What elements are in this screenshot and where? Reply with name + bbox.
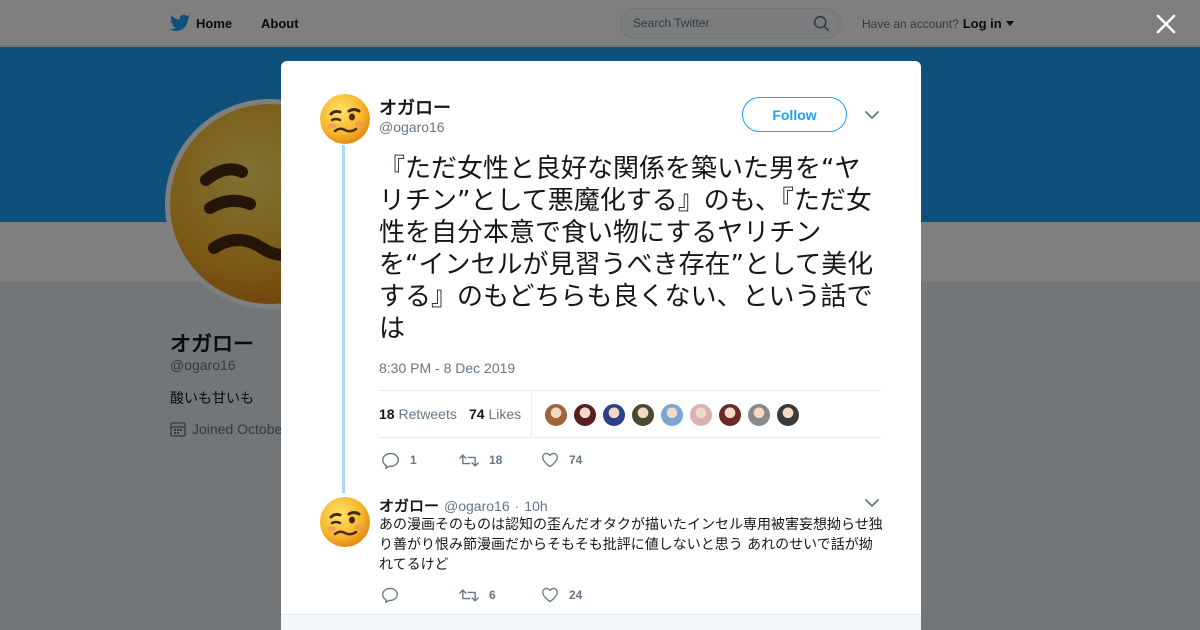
likes-count: 74 [469, 406, 485, 422]
close-icon[interactable] [1154, 12, 1178, 36]
tweet-actions: 1 18 74 [381, 450, 582, 470]
like-action[interactable]: 74 [541, 452, 582, 468]
reply-icon [382, 587, 398, 603]
reply-retweet-count: 6 [489, 588, 496, 602]
reply-retweet-action[interactable]: 6 [459, 588, 541, 603]
tweet-text: 『ただ女性と良好な関係を築いた男を“ヤリチン”として悪魔化する』のも、『ただ女性… [379, 154, 874, 344]
reply-age[interactable]: 10h [524, 498, 547, 514]
liker-avatar[interactable] [776, 403, 800, 427]
tweet-timestamp[interactable]: 8:30 PM - 8 Dec 2019 [379, 360, 515, 376]
woozy-face-icon [320, 497, 370, 547]
heart-icon [542, 587, 558, 603]
liker-avatar[interactable] [631, 403, 655, 427]
tweet-author-handle[interactable]: @ogaro16 [379, 119, 445, 135]
retweet-action[interactable]: 18 [459, 453, 541, 468]
liker-avatar[interactable] [544, 403, 568, 427]
reply-text: あの漫画そのものは認知の歪んだオタクが描いたインセル専用被害妄想拗らせ独り善がり… [379, 517, 883, 573]
reply-like-action[interactable]: 24 [541, 587, 582, 603]
reply-author-handle[interactable]: @ogaro16 [444, 498, 510, 514]
tweet-stats: 18 Retweets 74 Likes [379, 390, 881, 438]
retweets-count: 18 [379, 406, 395, 422]
like-count: 74 [569, 453, 583, 467]
tweet-author-name[interactable]: オガロー [379, 94, 451, 120]
liker-avatar[interactable] [573, 403, 597, 427]
retweet-icon [459, 588, 479, 602]
liker-avatar[interactable] [602, 403, 626, 427]
reply-action[interactable]: 1 [381, 452, 459, 469]
reply-author-name[interactable]: オガロー [379, 495, 439, 516]
woozy-face-icon [320, 94, 370, 144]
retweets-stat[interactable]: 18 Retweets [379, 406, 457, 422]
thread-connector-line [342, 145, 345, 493]
reply-count: 1 [410, 453, 417, 467]
liker-avatar[interactable] [660, 403, 684, 427]
modal-footer [281, 614, 921, 630]
chevron-down-icon[interactable] [865, 498, 879, 508]
reply-author-avatar[interactable] [320, 497, 370, 547]
follow-button[interactable]: Follow [742, 97, 847, 132]
liker-avatar[interactable] [689, 403, 713, 427]
liker-avatar[interactable] [718, 403, 742, 427]
stats-divider [531, 391, 532, 438]
chevron-down-icon[interactable] [865, 110, 879, 120]
liker-avatar[interactable] [747, 403, 771, 427]
reply-actions: 6 24 [381, 585, 582, 605]
heart-icon [542, 452, 558, 468]
reply-icon [382, 452, 399, 469]
tweet-author-avatar[interactable] [320, 94, 370, 144]
reply-header: オガロー @ogaro16 · 10h [379, 495, 548, 516]
retweet-icon [459, 453, 479, 467]
reply-separator: · [514, 498, 520, 514]
reply-like-count: 24 [569, 588, 583, 602]
retweets-label: Retweets [398, 406, 457, 422]
likes-stat[interactable]: 74 Likes [469, 406, 521, 422]
tweet-modal: オガロー @ogaro16 Follow 『ただ女性と良好な関係を築いた男を“ヤ… [281, 61, 921, 630]
likes-label: Likes [488, 406, 522, 422]
reply-reply-action[interactable] [381, 587, 459, 603]
retweet-count: 18 [489, 453, 503, 467]
